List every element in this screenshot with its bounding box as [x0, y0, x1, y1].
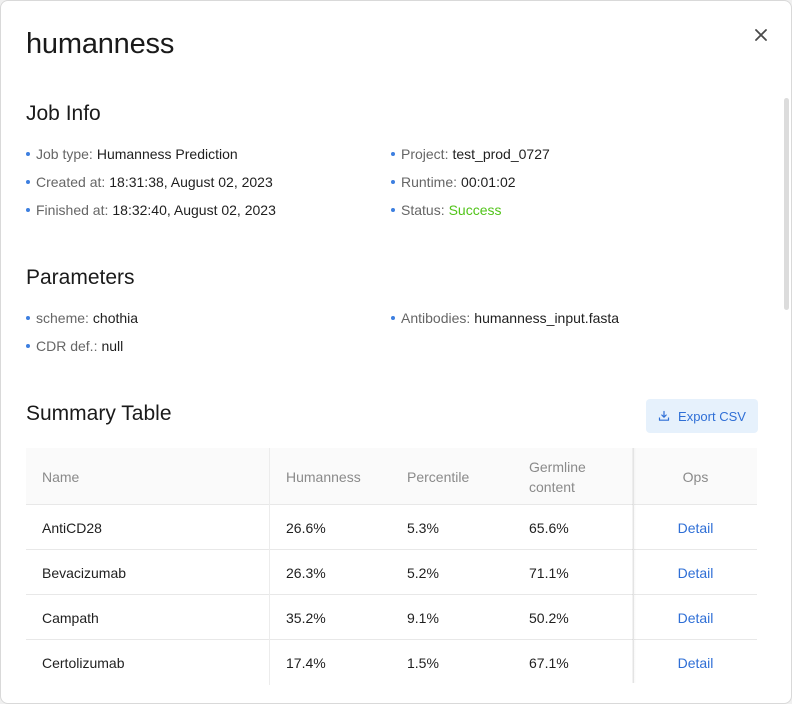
column-header-humanness: Humanness	[286, 468, 361, 485]
cell-name: AntiCD28	[42, 519, 102, 536]
export-csv-button[interactable]: Export CSV	[646, 399, 758, 433]
antibodies-value: humanness_input.fasta	[474, 310, 620, 326]
close-button[interactable]	[749, 23, 773, 47]
table-header: Name Humanness Percentile Germline conte…	[26, 448, 757, 505]
finished-at-value: 18:32:40, August 02, 2023	[112, 202, 276, 218]
cell-humanness: 17.4%	[286, 654, 326, 671]
cell-germline: 50.2%	[529, 609, 569, 626]
bullet-icon	[391, 208, 395, 212]
job-info-title: Job Info	[26, 102, 101, 125]
cell-percentile: 9.1%	[407, 609, 439, 626]
antibodies-label: Antibodies:	[401, 310, 471, 326]
detail-link[interactable]: Detail	[634, 505, 757, 550]
cell-humanness: 26.3%	[286, 564, 326, 581]
detail-link[interactable]: Detail	[634, 640, 757, 685]
table-row: AntiCD28 26.6% 5.3% 65.6% Detail	[26, 505, 757, 550]
created-at-label: Created at:	[36, 174, 106, 190]
table-row: Campath 35.2% 9.1% 50.2% Detail	[26, 595, 757, 640]
finished-at-item: Finished at: 18:32:40, August 02, 2023	[26, 201, 276, 219]
scheme-value: chothia	[92, 310, 139, 326]
summary-table-title: Summary Table	[26, 402, 172, 425]
bullet-icon	[26, 152, 30, 156]
cdr-def-item: CDR def.: null	[26, 337, 123, 355]
bullet-icon	[391, 316, 395, 320]
cell-germline: 65.6%	[529, 519, 569, 536]
download-icon	[658, 410, 670, 422]
job-type-item: Job type: Humanness Prediction	[26, 145, 238, 163]
runtime-item: Runtime: 00:01:02	[391, 173, 516, 191]
close-icon	[755, 29, 767, 41]
project-label: Project:	[401, 146, 449, 162]
bullet-icon	[26, 208, 30, 212]
runtime-label: Runtime:	[401, 174, 458, 190]
cell-name: Bevacizumab	[42, 564, 127, 581]
cell-humanness: 35.2%	[286, 609, 326, 626]
scheme-label: scheme:	[36, 310, 89, 326]
project-value: test_prod_0727	[452, 146, 550, 162]
bullet-icon	[26, 316, 30, 320]
antibodies-item: Antibodies: humanness_input.fasta	[391, 309, 619, 327]
parameters-title: Parameters	[26, 266, 135, 289]
bullet-icon	[391, 180, 395, 184]
cell-germline: 71.1%	[529, 564, 569, 581]
project-item: Project: test_prod_0727	[391, 145, 550, 163]
scrollbar-thumb[interactable]	[784, 98, 789, 310]
bullet-icon	[26, 180, 30, 184]
modal-title: humanness	[26, 28, 175, 60]
created-at-item: Created at: 18:31:38, August 02, 2023	[26, 173, 273, 191]
column-divider	[269, 505, 270, 550]
status-label: Status:	[401, 202, 445, 218]
ops-column-shadow	[632, 448, 636, 683]
cell-percentile: 1.5%	[407, 654, 439, 671]
column-divider	[269, 595, 270, 640]
column-header-ops: Ops	[682, 468, 709, 485]
cell-name: Certolizumab	[42, 654, 125, 671]
cdr-def-value: null	[101, 338, 124, 354]
cdr-def-label: CDR def.:	[36, 338, 98, 354]
export-csv-label: Export CSV	[678, 408, 746, 424]
summary-table: Name Humanness Percentile Germline conte…	[26, 448, 757, 685]
cell-germline: 67.1%	[529, 654, 569, 671]
bullet-icon	[26, 344, 30, 348]
detail-link[interactable]: Detail	[634, 550, 757, 595]
finished-at-label: Finished at:	[36, 202, 109, 218]
table-row: Certolizumab 17.4% 1.5% 67.1% Detail	[26, 640, 757, 685]
scheme-item: scheme: chothia	[26, 309, 138, 327]
job-type-value: Humanness Prediction	[96, 146, 238, 162]
cell-percentile: 5.3%	[407, 519, 439, 536]
column-header-name: Name	[42, 468, 80, 485]
status-item: Status: Success	[391, 201, 502, 219]
column-divider	[269, 550, 270, 595]
runtime-value: 00:01:02	[461, 174, 516, 190]
detail-link[interactable]: Detail	[634, 595, 757, 640]
cell-name: Campath	[42, 609, 99, 626]
job-type-label: Job type:	[36, 146, 93, 162]
humanness-modal: humanness Job Info Job type: Humanness P…	[0, 0, 792, 704]
cell-humanness: 26.6%	[286, 519, 326, 536]
created-at-value: 18:31:38, August 02, 2023	[109, 174, 273, 190]
status-badge: Success	[448, 202, 502, 218]
column-header-percentile: Percentile	[407, 468, 470, 485]
column-header-germline: Germline content	[529, 458, 586, 495]
table-row: Bevacizumab 26.3% 5.2% 71.1% Detail	[26, 550, 757, 595]
bullet-icon	[391, 152, 395, 156]
column-divider	[269, 640, 270, 685]
column-divider	[269, 448, 270, 505]
cell-percentile: 5.2%	[407, 564, 439, 581]
